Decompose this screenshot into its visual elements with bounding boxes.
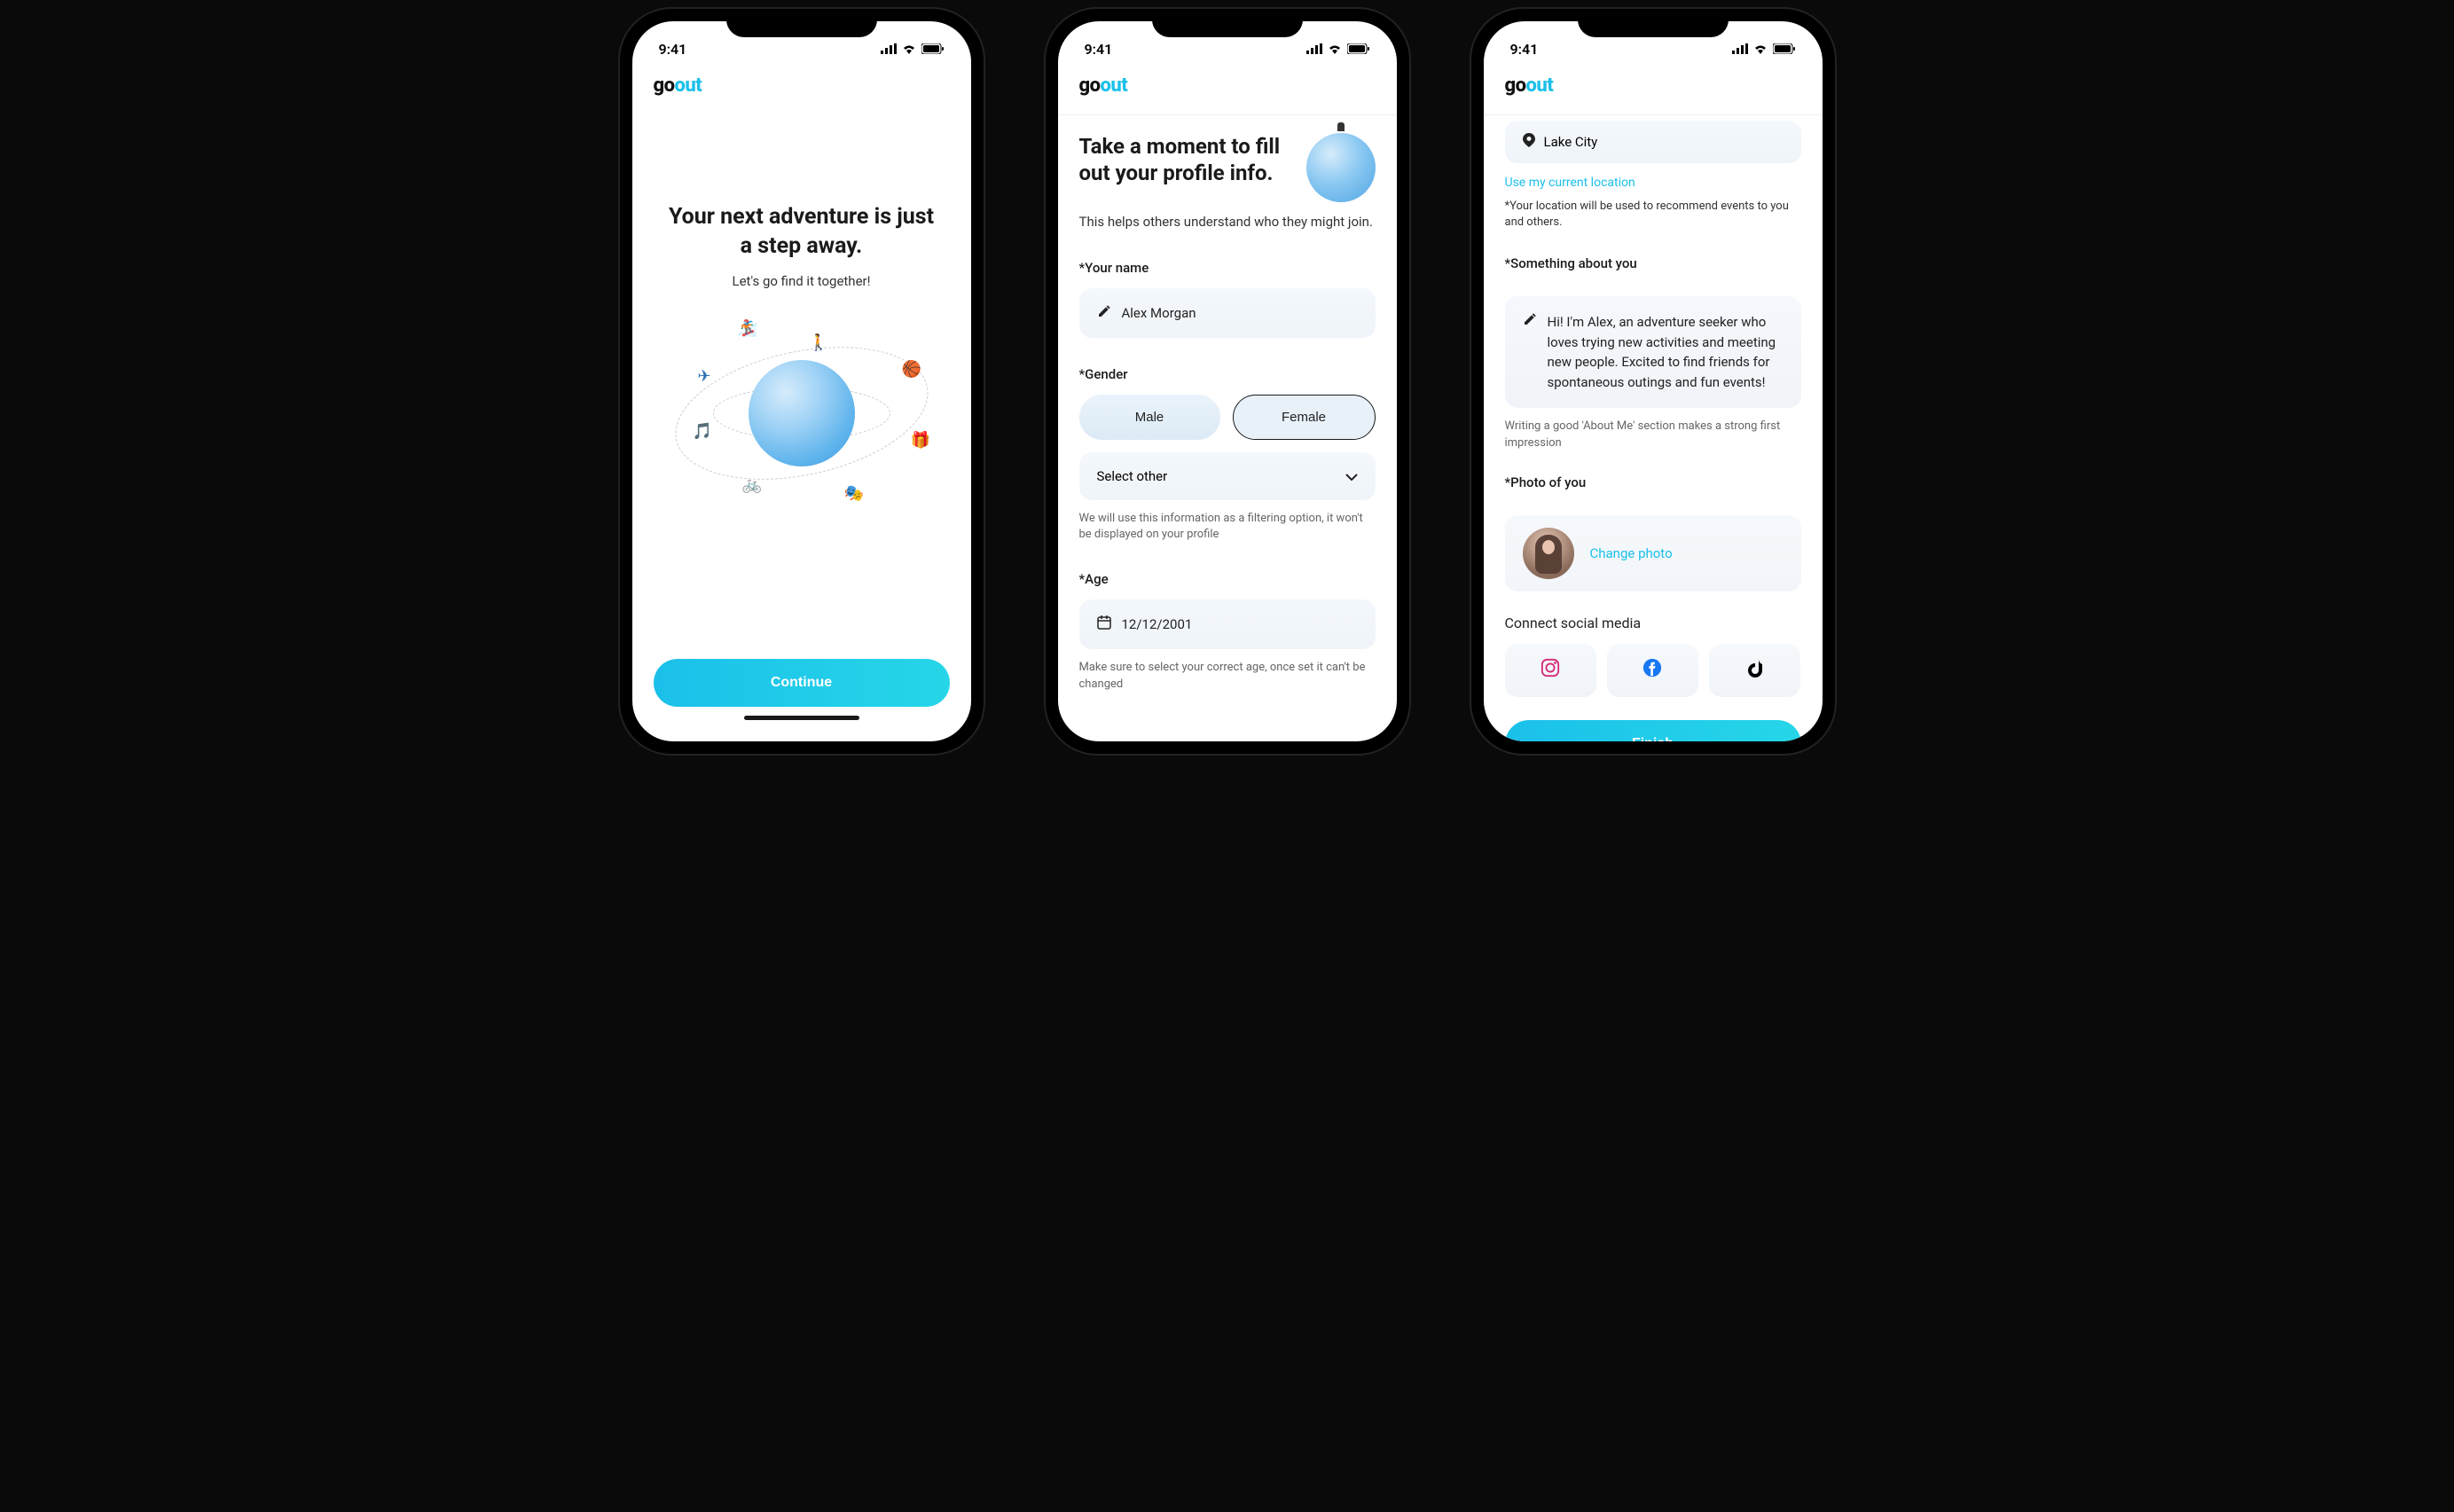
phone-mockup-3: 9:41 goout Lake City Use my current loca…	[1471, 9, 1835, 754]
battery-icon	[1773, 41, 1796, 58]
status-time: 9:41	[1085, 41, 1113, 58]
about-label: *Something about you	[1505, 255, 1801, 271]
finish-button[interactable]: Finish	[1505, 720, 1801, 741]
use-current-location-link[interactable]: Use my current location	[1505, 176, 1801, 190]
app-logo: goout	[1484, 64, 1823, 106]
gender-helper: We will use this information as a filter…	[1079, 511, 1376, 543]
age-input[interactable]: 12/12/2001	[1079, 599, 1376, 649]
status-time: 9:41	[1510, 41, 1539, 58]
screen-3: 9:41 goout Lake City Use my current loca…	[1484, 21, 1823, 741]
ball-icon: 🏀	[902, 360, 921, 379]
walk-icon: 🚶	[809, 333, 828, 352]
name-value: Alex Morgan	[1122, 305, 1196, 321]
bike-icon: 🚲	[742, 475, 762, 494]
welcome-title: Your next adventure is just a step away.	[654, 203, 950, 261]
signal-icon	[1306, 41, 1322, 58]
continue-button[interactable]: Continue	[654, 659, 950, 707]
logo-part1: go	[1079, 74, 1101, 97]
location-value: Lake City	[1544, 134, 1598, 150]
music-icon: 🎵	[693, 422, 712, 441]
wifi-icon	[1753, 41, 1768, 58]
photo-row: Change photo	[1505, 515, 1801, 591]
logo-part1: go	[654, 74, 675, 97]
profile-title: Take a moment to fill out your profile i…	[1079, 133, 1292, 186]
globe-illustration: ✈ 🏂 🚶 🏀 🎵 🎁 🚲 🎭	[654, 325, 950, 659]
screen3-content[interactable]: Lake City Use my current location *Your …	[1484, 115, 1823, 741]
screen-2: 9:41 goout Take a moment to fill out you…	[1058, 21, 1397, 741]
gender-label: *Gender	[1079, 366, 1376, 382]
social-label: Connect social media	[1505, 615, 1801, 631]
tiktok-button[interactable]	[1709, 644, 1800, 697]
signal-icon	[881, 41, 897, 58]
about-hint: Writing a good 'About Me' section makes …	[1505, 419, 1801, 450]
name-label: *Your name	[1079, 260, 1376, 276]
home-indicator[interactable]	[744, 716, 859, 720]
phone-mockup-2: 9:41 goout Take a moment to fill out you…	[1046, 9, 1409, 754]
logo-part2: out	[1101, 74, 1128, 97]
age-helper: Make sure to select your correct age, on…	[1079, 660, 1376, 692]
welcome-subtitle: Let's go find it together!	[654, 273, 950, 289]
gender-other-select[interactable]: Select other	[1079, 452, 1376, 500]
edit-icon	[1523, 312, 1537, 392]
pin-icon	[1523, 133, 1535, 151]
theater-icon: 🎭	[844, 484, 864, 503]
phone-notch	[1578, 9, 1729, 37]
status-time: 9:41	[659, 41, 687, 58]
globe-small-icon	[1306, 133, 1376, 202]
location-hint: *Your location will be used to recommend…	[1505, 199, 1801, 231]
about-input[interactable]: Hi! I'm Alex, an adventure seeker who lo…	[1505, 296, 1801, 408]
plane-icon: ✈	[698, 367, 711, 386]
profile-subtitle: This helps others understand who they mi…	[1079, 213, 1376, 231]
wifi-icon	[1328, 41, 1342, 58]
status-icons	[1306, 41, 1370, 58]
signal-icon	[1732, 41, 1748, 58]
gender-other-label: Select other	[1097, 468, 1168, 484]
wifi-icon	[902, 41, 916, 58]
change-photo-link[interactable]: Change photo	[1590, 545, 1673, 561]
avatar	[1523, 528, 1574, 579]
logo-part1: go	[1505, 74, 1526, 97]
age-label: *Age	[1079, 571, 1376, 587]
chevron-down-icon	[1345, 468, 1358, 484]
name-input[interactable]: Alex Morgan	[1079, 288, 1376, 338]
phone-mockup-1: 9:41 goout Your next adventure is just a…	[620, 9, 984, 754]
phone-notch	[1152, 9, 1303, 37]
gender-male-button[interactable]: Male	[1079, 395, 1220, 440]
facebook-button[interactable]	[1607, 644, 1698, 697]
phone-notch	[726, 9, 877, 37]
location-input[interactable]: Lake City	[1505, 121, 1801, 163]
battery-icon	[1347, 41, 1370, 58]
app-logo: goout	[1058, 64, 1397, 106]
screen-1: 9:41 goout Your next adventure is just a…	[632, 21, 971, 741]
edit-icon	[1097, 304, 1111, 322]
gift-icon: 🎁	[911, 431, 930, 450]
age-value: 12/12/2001	[1122, 616, 1193, 632]
status-icons	[881, 41, 945, 58]
status-icons	[1732, 41, 1796, 58]
photo-label: *Photo of you	[1505, 474, 1801, 490]
globe-icon	[749, 360, 855, 466]
battery-icon	[921, 41, 945, 58]
screen2-content[interactable]: Take a moment to fill out your profile i…	[1058, 115, 1397, 741]
logo-part2: out	[1526, 74, 1554, 97]
tiktok-icon	[1746, 658, 1764, 683]
about-value: Hi! I'm Alex, an adventure seeker who lo…	[1548, 312, 1784, 392]
snowboard-icon: 🏂	[738, 319, 757, 338]
screen1-content: Your next adventure is just a step away.…	[632, 106, 971, 741]
gender-female-button[interactable]: Female	[1233, 395, 1376, 440]
calendar-icon	[1097, 615, 1111, 633]
instagram-button[interactable]	[1505, 644, 1596, 697]
facebook-icon	[1643, 658, 1662, 683]
instagram-icon	[1541, 658, 1560, 683]
app-logo: goout	[632, 64, 971, 106]
logo-part2: out	[675, 74, 702, 97]
